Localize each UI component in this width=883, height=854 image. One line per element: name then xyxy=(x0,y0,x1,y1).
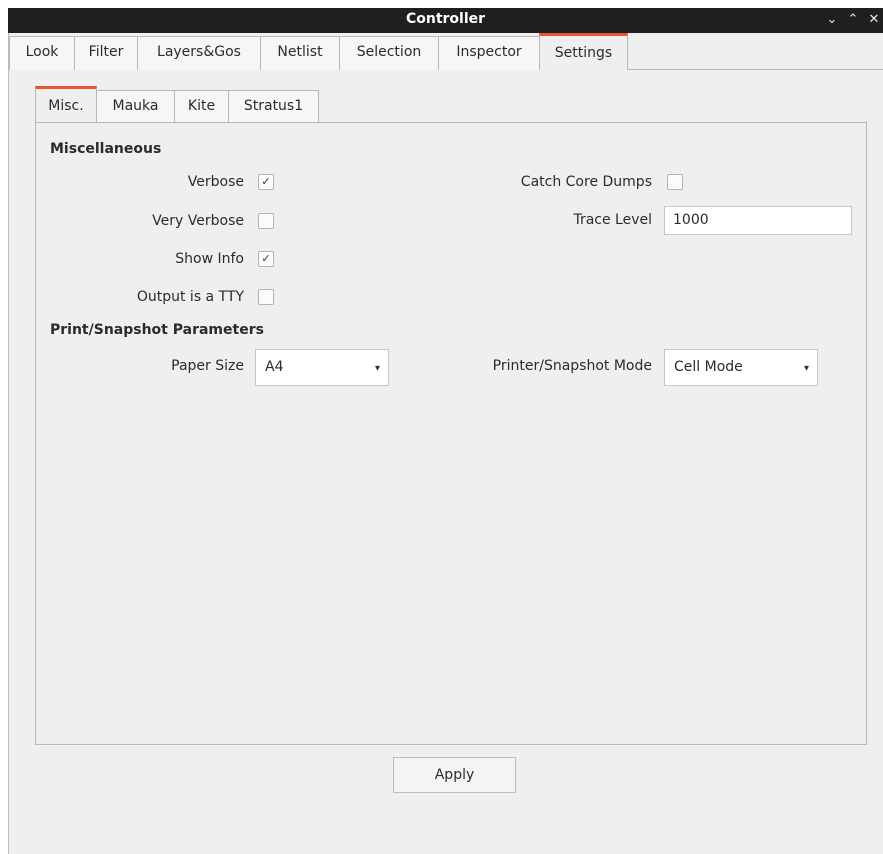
show-info-label: Show Info xyxy=(175,251,244,267)
trace-level-input[interactable]: 1000 xyxy=(664,206,852,235)
chevron-down-icon: ▾ xyxy=(374,363,380,374)
verbose-label: Verbose xyxy=(187,174,244,190)
settings-sub-tab-bar: Misc. Mauka Kite Stratus1 xyxy=(35,86,883,124)
controller-window: Look Filter Layers&Gos Netlist Selection… xyxy=(8,33,883,854)
maximize-icon[interactable]: ⌃ xyxy=(844,10,862,30)
printer-snapshot-mode-value: Cell Mode xyxy=(674,359,743,375)
paper-size-value: A4 xyxy=(265,359,284,375)
close-icon[interactable]: ✕ xyxy=(865,10,883,30)
printer-snapshot-mode-select[interactable]: Cell Mode ▾ xyxy=(664,349,818,386)
subtab-misc[interactable]: Misc. xyxy=(35,86,97,124)
chevron-down-icon: ▾ xyxy=(803,363,809,374)
tab-filter[interactable]: Filter xyxy=(74,36,138,70)
tab-selection[interactable]: Selection xyxy=(339,36,439,70)
paper-size-label: Paper Size xyxy=(171,358,244,374)
section-title-print-snapshot: Print/Snapshot Parameters xyxy=(50,322,264,338)
apply-button[interactable]: Apply xyxy=(393,757,516,793)
title-bar: Controller ⌄ ⌃ ✕ xyxy=(8,8,883,33)
tab-settings[interactable]: Settings xyxy=(539,33,628,70)
tab-layers-gos[interactable]: Layers&Gos xyxy=(137,36,261,70)
subtab-mauka[interactable]: Mauka xyxy=(96,90,175,123)
misc-settings-panel: Miscellaneous Verbose ✓ Very Verbose Sho… xyxy=(35,122,867,745)
subtab-stratus1[interactable]: Stratus1 xyxy=(228,90,319,123)
section-title-miscellaneous: Miscellaneous xyxy=(50,141,162,157)
very-verbose-label: Very Verbose xyxy=(152,213,244,229)
show-info-checkbox[interactable]: ✓ xyxy=(258,251,274,267)
catch-core-dumps-label: Catch Core Dumps xyxy=(520,174,652,190)
tab-netlist[interactable]: Netlist xyxy=(260,36,340,70)
output-tty-label: Output is a TTY xyxy=(136,289,244,305)
subtab-kite[interactable]: Kite xyxy=(174,90,229,123)
output-tty-checkbox[interactable] xyxy=(258,289,274,305)
window-title: Controller xyxy=(405,11,486,27)
very-verbose-checkbox[interactable] xyxy=(258,213,274,229)
trace-level-label: Trace Level xyxy=(573,212,652,228)
tab-look[interactable]: Look xyxy=(9,36,75,70)
minimize-icon[interactable]: ⌄ xyxy=(823,10,841,30)
catch-core-dumps-checkbox[interactable] xyxy=(667,174,683,190)
main-tab-bar: Look Filter Layers&Gos Netlist Selection… xyxy=(9,33,883,70)
tab-inspector[interactable]: Inspector xyxy=(438,36,540,70)
paper-size-select[interactable]: A4 ▾ xyxy=(255,349,389,386)
verbose-checkbox[interactable]: ✓ xyxy=(258,174,274,190)
printer-snapshot-mode-label: Printer/Snapshot Mode xyxy=(492,358,652,374)
